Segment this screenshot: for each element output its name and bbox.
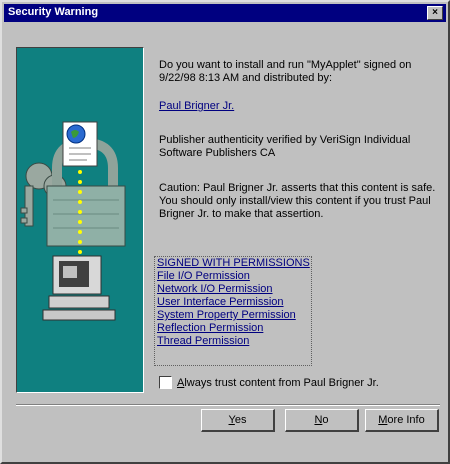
title-bar: Security Warning ×: [4, 4, 446, 22]
more-info-button[interactable]: More Info: [365, 409, 439, 432]
yes-button[interactable]: Yes: [201, 409, 275, 432]
permissions-list[interactable]: SIGNED WITH PERMISSIONS File I/O Permiss…: [154, 256, 312, 366]
security-illustration: [16, 47, 144, 393]
caution-line3: Brigner Jr. to make that assertion.: [159, 208, 324, 220]
close-icon[interactable]: ×: [427, 6, 443, 20]
computer-icon: [42, 255, 116, 321]
always-trust-label-text: lways trust content from Paul Brigner Jr…: [184, 377, 379, 389]
caution-line2: You should only install/view this conten…: [159, 195, 431, 207]
verification-line2: Software Publishers CA: [159, 147, 276, 159]
caution-text: Caution: Paul Brigner Jr. asserts that t…: [159, 182, 439, 221]
caution-line1: Caution: Paul Brigner Jr. asserts that t…: [159, 182, 436, 194]
permission-thread[interactable]: Thread Permission: [157, 335, 249, 348]
verification-text: Publisher authenticity verified by VeriS…: [159, 134, 439, 160]
permission-user-interface[interactable]: User Interface Permission: [157, 296, 284, 309]
always-trust-checkbox[interactable]: [159, 376, 172, 389]
more-info-label: ore Info: [387, 414, 425, 426]
permission-file-io[interactable]: File I/O Permission: [157, 270, 250, 283]
verification-line1: Publisher authenticity verified by VeriS…: [159, 134, 411, 146]
separator: [16, 404, 440, 406]
yes-label: es: [234, 414, 247, 426]
no-label: o: [322, 414, 329, 426]
publisher-link[interactable]: Paul Brigner Jr.: [159, 100, 234, 113]
install-question-line2: 9/22/98 8:13 AM and distributed by:: [159, 72, 333, 84]
permissions-header[interactable]: SIGNED WITH PERMISSIONS: [157, 257, 310, 270]
install-question-line1: Do you want to install and run "MyApplet…: [159, 59, 412, 71]
install-question: Do you want to install and run "MyApplet…: [159, 59, 439, 85]
permission-system-property[interactable]: System Property Permission: [157, 309, 296, 322]
security-warning-dialog: Security Warning × Do you want to instal…: [0, 0, 450, 464]
window-title: Security Warning: [8, 6, 99, 18]
permission-network-io[interactable]: Network I/O Permission: [157, 283, 273, 296]
always-trust-label[interactable]: Always trust content from Paul Brigner J…: [177, 377, 379, 389]
certificate-icon: [62, 121, 98, 167]
permission-reflection[interactable]: Reflection Permission: [157, 322, 263, 335]
no-button[interactable]: No: [285, 409, 359, 432]
